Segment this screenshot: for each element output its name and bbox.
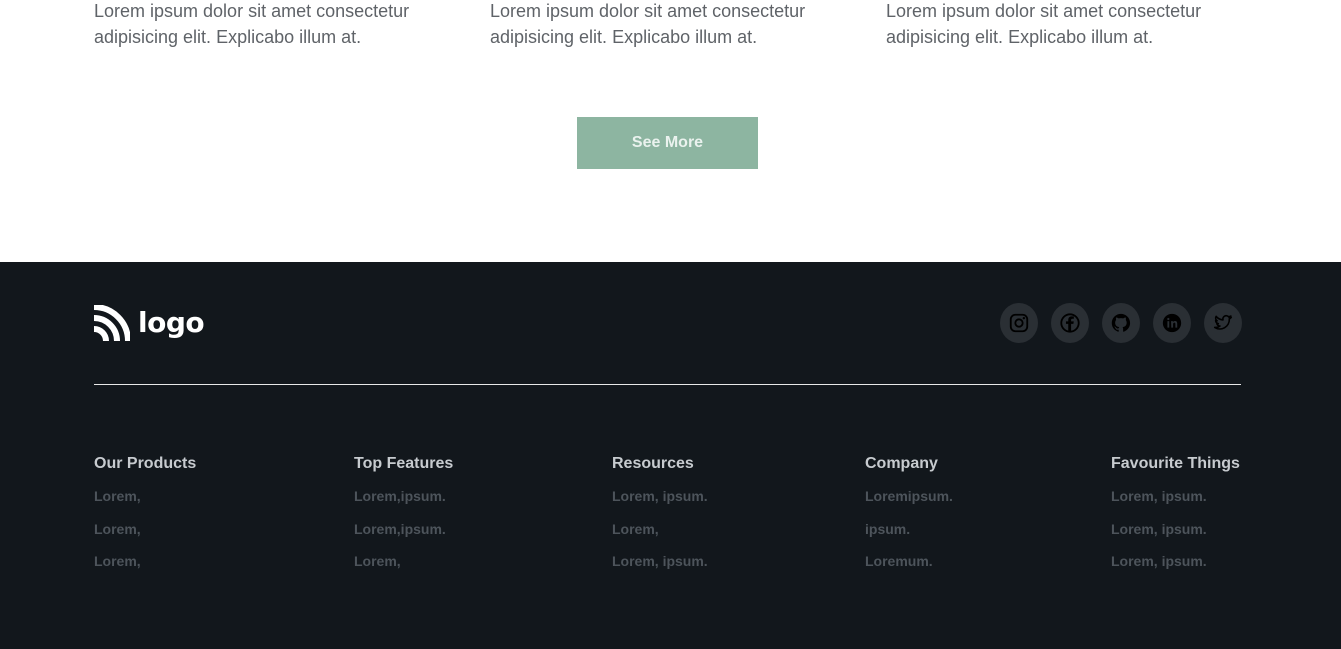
footer-link[interactable]: Lorem, ipsum.	[612, 486, 708, 519]
footer-link[interactable]: Lorem, ipsum.	[1111, 551, 1240, 584]
footer-link[interactable]: Lorem, ipsum.	[612, 551, 708, 584]
footer-link[interactable]: Lorem,ipsum.	[354, 519, 453, 552]
rss-feed-icon	[94, 305, 130, 341]
instagram-link[interactable]	[1000, 303, 1038, 343]
social-links	[1000, 303, 1242, 343]
linkedin-icon	[1162, 313, 1182, 333]
feature-card-text: Lorem ipsum dolor sit amet consectetur a…	[94, 1, 410, 47]
facebook-link[interactable]	[1051, 303, 1089, 343]
footer-link[interactable]: ipsum.	[865, 519, 953, 552]
linkedin-link[interactable]	[1153, 303, 1191, 343]
footer-column-title: Company	[865, 455, 938, 472]
facebook-icon	[1060, 313, 1080, 333]
footer: logo Our Products Lorem, Lorem, Lorem, T…	[0, 262, 1341, 649]
twitter-icon	[1213, 314, 1233, 330]
instagram-icon	[1009, 313, 1029, 333]
footer-link[interactable]: Lorem,	[612, 519, 708, 552]
footer-column-company: Company Loremipsum. ipsum. Loremum.	[865, 454, 953, 584]
footer-link[interactable]: Lorem,	[94, 551, 196, 584]
github-link[interactable]	[1102, 303, 1140, 343]
github-icon	[1111, 313, 1131, 332]
footer-column-our-products: Our Products Lorem, Lorem, Lorem,	[94, 454, 196, 584]
footer-link[interactable]: Lorem,	[94, 486, 196, 519]
footer-link[interactable]: Loremum.	[865, 551, 953, 584]
footer-column-title: Our Products	[94, 455, 197, 472]
footer-link[interactable]: Lorem,	[354, 551, 453, 584]
footer-column-title: Top Features	[354, 455, 454, 472]
footer-link[interactable]: Loremipsum.	[865, 486, 953, 519]
footer-link[interactable]: Lorem, ipsum.	[1111, 486, 1240, 519]
footer-link[interactable]: Lorem,	[94, 519, 196, 552]
feature-card-text: Lorem ipsum dolor sit amet consectetur a…	[886, 1, 1202, 47]
footer-logo[interactable]: logo	[94, 305, 205, 341]
footer-divider	[94, 384, 1241, 385]
footer-column-top-features: Top Features Lorem,ipsum. Lorem,ipsum. L…	[354, 454, 453, 584]
logo-text: logo	[138, 306, 205, 339]
features-section: Lorem ipsum dolor sit amet consectetur a…	[0, 0, 1341, 60]
twitter-link[interactable]	[1204, 303, 1242, 343]
feature-card-text: Lorem ipsum dolor sit amet consectetur a…	[490, 1, 806, 47]
footer-column-resources: Resources Lorem, ipsum. Lorem, Lorem, ip…	[612, 454, 708, 584]
footer-column-favourite-things: Favourite Things Lorem, ipsum. Lorem, ip…	[1111, 454, 1240, 584]
footer-link[interactable]: Lorem, ipsum.	[1111, 519, 1240, 552]
footer-column-title: Resources	[612, 455, 694, 472]
footer-column-title: Favourite Things	[1111, 455, 1240, 472]
footer-link[interactable]: Lorem,ipsum.	[354, 486, 453, 519]
see-more-button[interactable]: See More	[577, 117, 758, 169]
